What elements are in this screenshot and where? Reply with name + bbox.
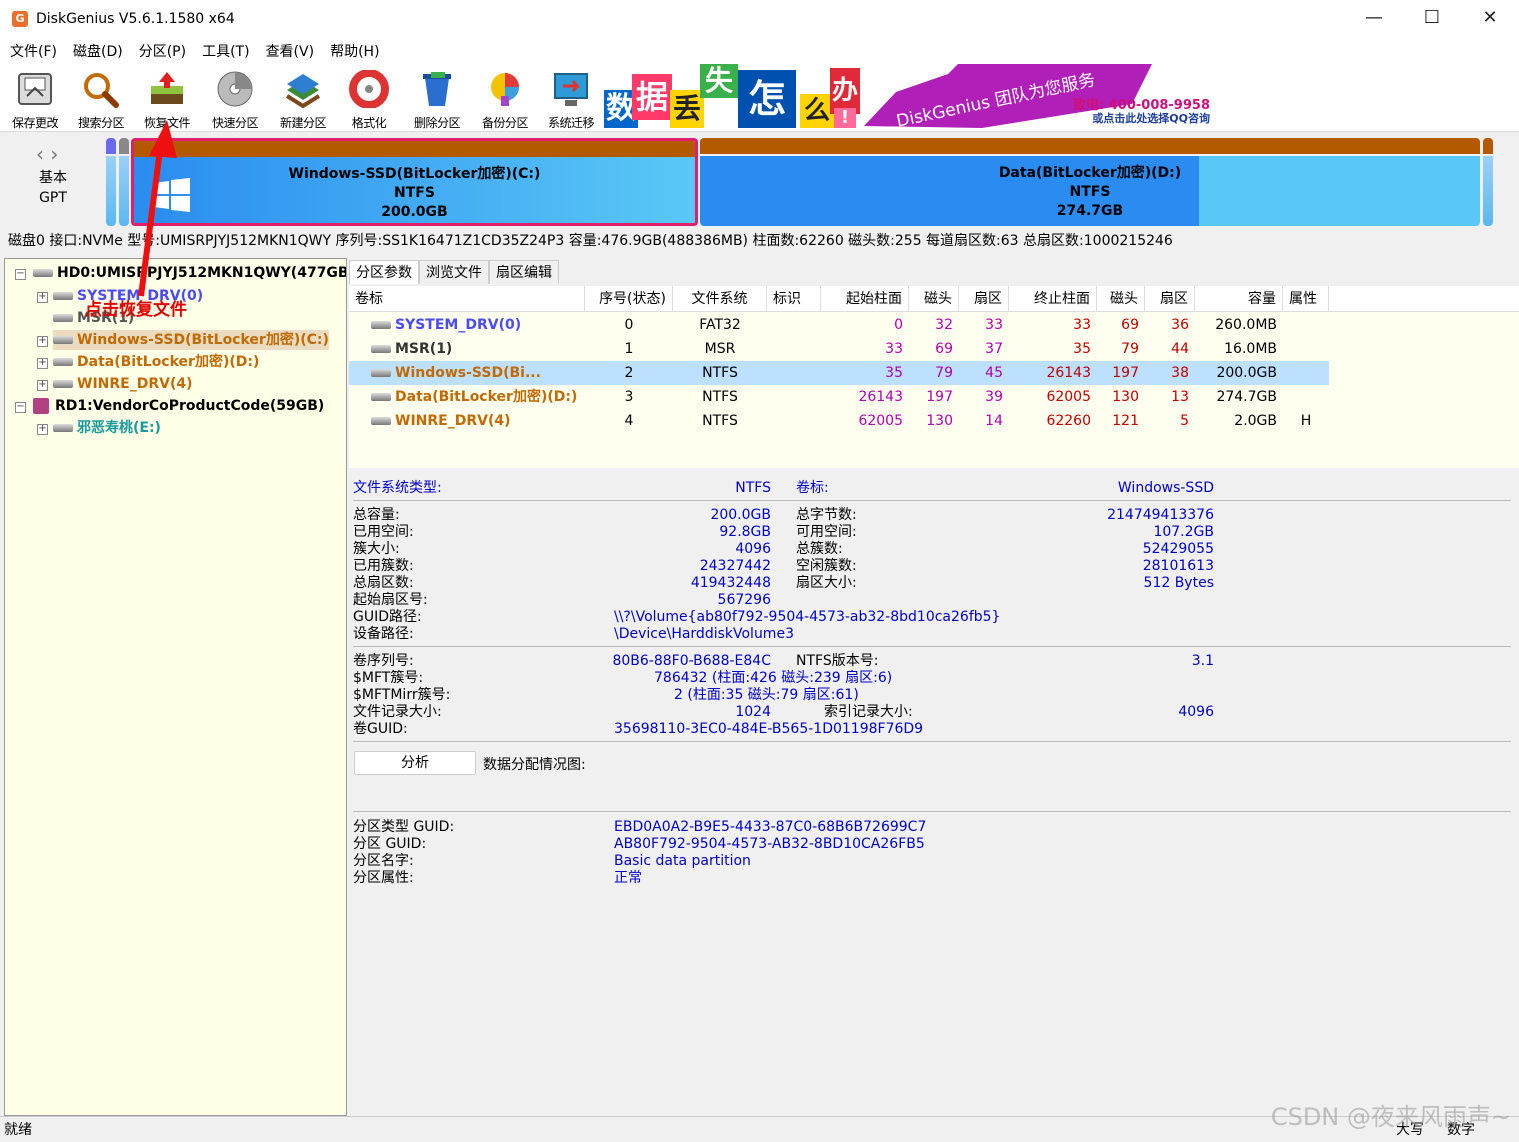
app-logo-icon: G — [12, 11, 28, 27]
tree-disk0[interactable]: HD0:UMISRPJYJ512MKN1QWY(477GB) — [33, 263, 346, 283]
save-changes-button[interactable]: 保存更改 — [2, 68, 68, 130]
col-header-attr[interactable]: 属性 — [1283, 286, 1329, 312]
allocation-label: 数据分配情况图: — [483, 757, 586, 773]
collapse-icon[interactable]: − — [15, 402, 26, 413]
hard-disk-icon — [33, 269, 53, 277]
partition-icon — [371, 393, 391, 401]
table-row[interactable]: WINRE_DRV(4) 4 NTFS 62005 130 14 62260 1… — [349, 409, 1329, 433]
new-partition-icon — [283, 70, 323, 109]
collapse-icon[interactable]: − — [15, 269, 26, 280]
expand-icon[interactable]: + — [37, 358, 48, 369]
col-header-start-cyl[interactable]: 起始柱面 — [821, 286, 909, 312]
minimize-button[interactable]: — — [1345, 0, 1403, 38]
menu-bar: 文件(F) 磁盘(D) 分区(P) 工具(T) 查看(V) 帮助(H) — [0, 38, 1519, 64]
partition-icon — [371, 321, 391, 329]
migrate-icon — [551, 70, 591, 108]
tab-browse-files[interactable]: 浏览文件 — [419, 260, 489, 284]
delete-icon — [417, 70, 457, 108]
partition-icon — [53, 314, 73, 322]
col-header-start-head[interactable]: 磁头 — [909, 286, 959, 312]
col-header-id[interactable]: 标识 — [767, 286, 821, 312]
table-row-selected[interactable]: Windows-SSD(Bi... 2 NTFS 35 79 45 26143 … — [349, 361, 1329, 385]
menu-file[interactable]: 文件(F) — [2, 41, 65, 61]
menu-view[interactable]: 查看(V) — [258, 41, 323, 61]
menu-partition[interactable]: 分区(P) — [131, 41, 194, 61]
table-row[interactable]: MSR(1) 1 MSR 33 69 37 35 79 44 16.0MB — [349, 337, 1329, 361]
expand-icon[interactable]: + — [37, 424, 48, 435]
col-header-end-sector[interactable]: 扇区 — [1145, 286, 1195, 312]
expand-icon[interactable]: + — [37, 336, 48, 347]
disk-nav-arrows[interactable]: ‹ › — [36, 142, 58, 166]
tree-disk1[interactable]: RD1:VendorCoProductCode(59GB) — [33, 396, 324, 416]
partition-block-d[interactable]: Data(BitLocker加密)(D:) NTFS 274.7GB — [700, 138, 1480, 226]
partition-block-c[interactable]: Windows-SSD(BitLocker加密)(C:) NTFS 200.0G… — [131, 138, 698, 226]
toolbar: 保存更改 搜索分区 恢复文件 快速分区 新建分区 格式化 删除分区 备份分区 系… — [0, 64, 1519, 132]
close-button[interactable]: ✕ — [1461, 0, 1519, 38]
partition-icon — [53, 380, 73, 388]
partition-icon — [53, 358, 73, 366]
expand-icon[interactable]: + — [37, 292, 48, 303]
system-migration-button[interactable]: 系统迁移 — [538, 68, 604, 130]
expand-icon[interactable]: + — [37, 380, 48, 391]
col-header-start-sector[interactable]: 扇区 — [959, 286, 1009, 312]
advertisement-banner[interactable]: 数 据 丢 失 怎 么 办 ! DiskGenius 团队为您服务 致电: 40… — [604, 64, 1216, 128]
tree-item-windows-ssd[interactable]: Windows-SSD(BitLocker加密)(C:) — [53, 330, 329, 350]
disk-type-label: 基本 GPT — [39, 170, 67, 206]
partition-details: 文件系统类型: NTFS 卷标: Windows-SSD 总容量: 200.0G… — [349, 476, 1519, 1116]
tab-sector-edit[interactable]: 扇区编辑 — [489, 260, 559, 284]
disk-info-line: 磁盘0 接口:NVMe 型号:UMISRPJYJ512MKN1QWY 序列号:S… — [0, 228, 1519, 254]
analyze-button[interactable]: 分析 — [354, 751, 476, 775]
table-row[interactable]: SYSTEM_DRV(0) 0 FAT32 0 32 33 33 69 36 2… — [349, 313, 1329, 337]
watermark: CSDN @夜来风雨声~ — [1270, 1103, 1511, 1131]
menu-disk[interactable]: 磁盘(D) — [65, 41, 131, 61]
col-header-label[interactable]: 卷标 — [349, 286, 585, 312]
partition-icon — [53, 424, 73, 432]
recover-icon — [147, 70, 187, 108]
tree-item-data[interactable]: Data(BitLocker加密)(D:) — [53, 352, 259, 372]
partition-block-system[interactable] — [106, 138, 116, 226]
col-header-end-head[interactable]: 磁头 — [1097, 286, 1145, 312]
tree-item-e-drive[interactable]: 邪恶寿桃(E:) — [53, 418, 161, 438]
annotation-arrow — [138, 120, 177, 297]
col-header-index[interactable]: 序号(状态) — [585, 286, 673, 312]
delete-partition-button[interactable]: 删除分区 — [404, 68, 470, 130]
quick-partition-button[interactable]: 快速分区 — [202, 68, 268, 130]
col-header-end-cyl[interactable]: 终止柱面 — [1009, 286, 1097, 312]
main-panel: 分区参数 浏览文件 扇区编辑 卷标 序号(状态) 文件系统 标识 起始柱面 磁头… — [349, 258, 1519, 1116]
format-button[interactable]: 格式化 — [336, 68, 402, 130]
partition-table: 卷标 序号(状态) 文件系统 标识 起始柱面 磁头 扇区 终止柱面 磁头 扇区 … — [349, 286, 1519, 468]
window-title: DiskGenius V5.6.1.1580 x64 — [36, 11, 235, 27]
partition-icon — [53, 292, 73, 300]
backup-icon — [485, 70, 525, 108]
partition-icon — [53, 336, 73, 344]
partition-icon — [371, 345, 391, 353]
tree-item-winre[interactable]: WINRE_DRV(4) — [53, 374, 193, 394]
search-icon — [81, 70, 121, 108]
maximize-button[interactable]: ☐ — [1403, 0, 1461, 38]
partition-block-winre[interactable] — [1483, 138, 1493, 226]
quick-partition-icon — [215, 70, 255, 108]
menu-tools[interactable]: 工具(T) — [194, 41, 257, 61]
disk-tree: − HD0:UMISRPJYJ512MKN1QWY(477GB) + SYSTE… — [4, 258, 347, 1116]
save-icon — [15, 70, 55, 108]
status-text: 就绪 — [4, 1122, 32, 1138]
col-header-capacity[interactable]: 容量 — [1195, 286, 1283, 312]
table-row[interactable]: Data(BitLocker加密)(D:) 3 NTFS 26143 197 3… — [349, 385, 1329, 409]
tab-partition-params[interactable]: 分区参数 — [349, 260, 419, 284]
col-header-fs[interactable]: 文件系统 — [673, 286, 767, 312]
new-partition-button[interactable]: 新建分区 — [270, 68, 336, 130]
backup-partition-button[interactable]: 备份分区 — [472, 68, 538, 130]
title-bar: G DiskGenius V5.6.1.1580 x64 — ☐ ✕ — [0, 0, 1519, 38]
menu-help[interactable]: 帮助(H) — [322, 41, 387, 61]
partition-icon — [371, 417, 391, 425]
usb-disk-icon — [33, 398, 49, 414]
partition-icon — [371, 369, 391, 377]
format-icon — [349, 69, 389, 109]
disk-map: ‹ › 基本 GPT Windows-SSD(BitLocker加密)(C:) … — [0, 132, 1519, 228]
